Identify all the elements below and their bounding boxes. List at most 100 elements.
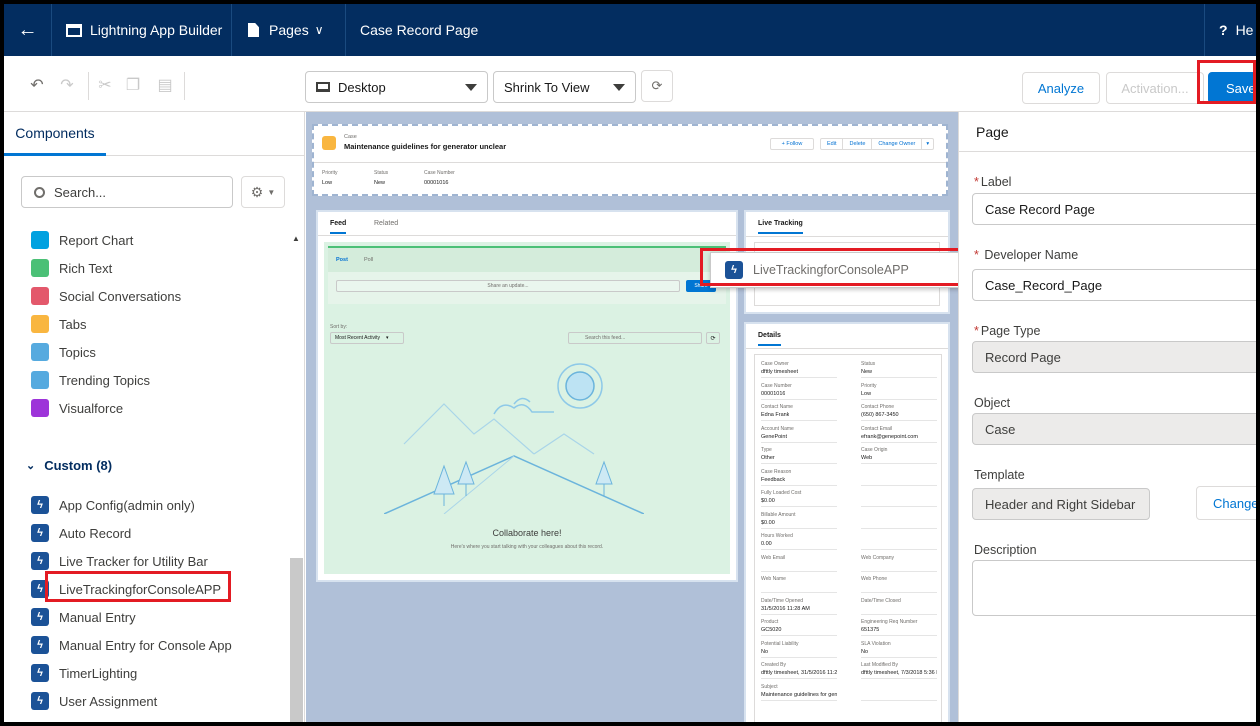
share-input[interactable]: Share an update... (336, 280, 680, 292)
tab-related[interactable]: Related (374, 220, 398, 227)
component-item[interactable]: Report Chart (31, 229, 133, 251)
component-item[interactable]: Rich Text (31, 257, 112, 279)
field-underline (761, 506, 837, 507)
feed-search-input[interactable]: Search this feed... (568, 332, 702, 344)
highlight-value: Low (322, 180, 333, 186)
dragged-component-row: ϟ (725, 261, 753, 279)
component-item[interactable]: Tabs (31, 313, 86, 335)
component-item[interactable]: Visualforce (31, 397, 123, 419)
scroll-up-icon: ▲ (292, 234, 300, 243)
tab-feed[interactable]: Feed (330, 220, 347, 234)
detail-label: Case Reason (761, 468, 792, 475)
copy-icon: ❐ (125, 77, 141, 94)
pages-menu[interactable]: Pages ∨ (232, 4, 346, 56)
help-label: He (1235, 22, 1254, 38)
field-underline (861, 441, 937, 443)
copy-button[interactable]: ❐ (118, 70, 148, 100)
field-underline (861, 463, 937, 464)
delete-action[interactable]: Delete (843, 139, 873, 149)
analyze-button[interactable]: Analyze (1022, 72, 1100, 104)
collab-subtitle: Here's where you start talking with your… (450, 544, 604, 550)
component-item[interactable]: Trending Topics (31, 369, 150, 391)
detail-value: No (761, 648, 769, 655)
edit-action[interactable]: Edit (821, 139, 844, 149)
more-actions-icon[interactable]: ▾ (922, 139, 933, 149)
detail-value[interactable]: dfttly timesheet, 31/5/2016 11:28 AM (761, 670, 837, 676)
save-button[interactable]: Save (1208, 72, 1256, 104)
custom-component-item[interactable]: ϟ Auto Record (31, 522, 131, 544)
custom-component-item[interactable]: ϟ Manual Entry for Console App (31, 634, 232, 656)
detail-value: Web (861, 455, 873, 461)
detail-label: Potential Liability (761, 640, 799, 647)
view-value: Shrink To View (504, 79, 590, 95)
detail-value[interactable]: efrank@genepoint.com (861, 434, 918, 440)
view-select[interactable]: Shrink To View (493, 71, 636, 103)
help-button[interactable]: ? He (1204, 4, 1256, 56)
details-component[interactable]: Details Case Owner dfttly timesheet Status… (744, 322, 950, 722)
redo-button[interactable]: ↷ (52, 70, 82, 100)
arrow-left-icon: ← (17, 18, 38, 41)
tab-components[interactable]: Components (4, 112, 106, 156)
label-input[interactable]: Case Record Page (972, 193, 1256, 225)
detail-value[interactable]: Edna Frank (761, 412, 789, 418)
undo-icon: ↶ (30, 77, 44, 94)
chevron-down-icon: ▼ (267, 187, 276, 197)
page-type-input: Record Page (972, 341, 1256, 373)
change-template-button[interactable]: Change (1196, 486, 1256, 520)
sort-select[interactable]: Most Recent Activity ▾ (330, 332, 404, 344)
custom-section-header[interactable]: ⌄ Custom (8) (26, 458, 112, 473)
field-underline (761, 398, 837, 400)
app-title-button[interactable]: Lightning App Builder (52, 4, 232, 56)
change-owner-action[interactable]: Change Owner (872, 139, 923, 149)
question-icon: ? (1219, 22, 1228, 38)
tab-post[interactable]: Post (336, 257, 348, 263)
custom-component-item[interactable]: ϟ TimerLighting (31, 662, 137, 684)
custom-component-item[interactable]: ϟ App Config(admin only) (31, 494, 195, 516)
feed-search-placeholder: Search this feed... (585, 335, 626, 341)
tab-details[interactable]: Details (758, 332, 781, 346)
custom-component-item[interactable]: ϟ Manual Entry (31, 606, 136, 628)
follow-button[interactable]: + Follow (770, 138, 814, 150)
gear-icon: ⚙ (250, 183, 264, 200)
field-underline (861, 549, 937, 550)
record-title: Maintenance guidelines for generator unc… (344, 142, 507, 151)
custom-component-item[interactable]: ϟ Live Tracker for Utility Bar (31, 550, 208, 572)
record-header-card[interactable]: Case Maintenance guidelines for generato… (312, 124, 948, 196)
custom-component-item[interactable]: ϟ User Assignment (31, 690, 157, 712)
detail-value: Feedback (761, 476, 786, 483)
search-input[interactable]: Search... (21, 176, 233, 208)
cut-button[interactable]: ✂ (90, 70, 120, 100)
field-underline (761, 441, 837, 443)
detail-value[interactable]: GenePoint (761, 434, 787, 440)
settings-menu-button[interactable]: ⚙ ▼ (241, 176, 285, 208)
device-select[interactable]: Desktop (305, 71, 488, 103)
scrollbar-thumb[interactable] (290, 558, 303, 722)
component-item[interactable]: Topics (31, 341, 96, 363)
tab-live-tracking[interactable]: Live Tracking (758, 220, 803, 234)
activation-button[interactable]: Activation... (1106, 72, 1204, 104)
field-underline (861, 527, 937, 529)
feed-component[interactable]: Feed Related Post Poll Share an update..… (316, 210, 738, 582)
feed-refresh-button[interactable]: ⟳ (706, 332, 720, 344)
dragged-component[interactable]: ϟ LiveTrackingforConsoleAPP (710, 252, 958, 288)
back-button[interactable]: ← (4, 4, 52, 56)
detail-value[interactable]: dfttly timesheet, 7/3/2018 5:36 PM (861, 670, 937, 676)
custom-component-item[interactable]: ϟ LiveTrackingforConsoleAPP (31, 578, 221, 600)
developer-name-input[interactable]: Case_Record_Page (972, 269, 1256, 301)
refresh-button[interactable]: ⟳ (641, 70, 673, 102)
lightning-icon: ϟ (31, 496, 49, 514)
detail-value: 651375 (861, 627, 880, 633)
scrollbar[interactable]: ▲ (290, 230, 303, 722)
field-underline (861, 592, 937, 593)
detail-label: Created By (761, 662, 787, 668)
paste-button[interactable]: ▤ (150, 70, 180, 100)
field-underline (761, 377, 837, 378)
layout-icon (66, 23, 82, 37)
detail-value: GC5020 (761, 627, 782, 633)
description-textarea[interactable] (972, 560, 1256, 616)
tab-poll[interactable]: Poll (364, 257, 373, 263)
chevron-down-icon (613, 84, 625, 91)
detail-value[interactable]: dfttly timesheet (761, 369, 798, 375)
undo-button[interactable]: ↶ (22, 70, 52, 100)
component-item[interactable]: Social Conversations (31, 285, 181, 307)
